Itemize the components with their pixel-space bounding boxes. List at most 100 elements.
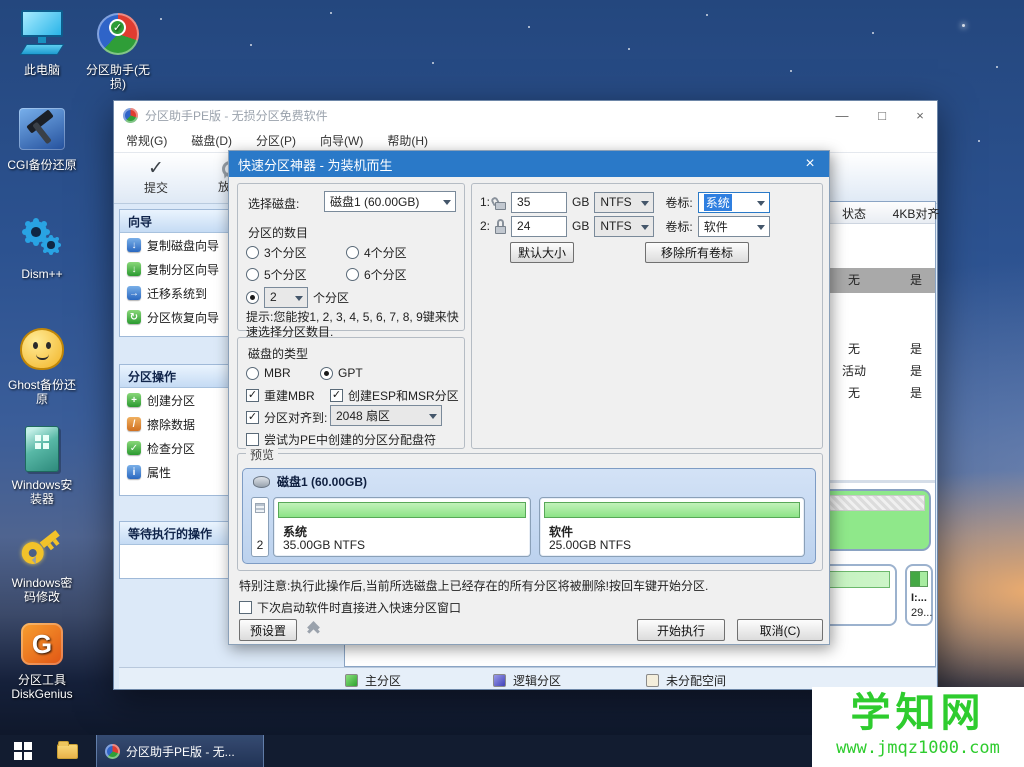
desktop-icon-partition-assistant[interactable]: ✓ 分区助手(无损): [84, 8, 152, 91]
count-combo[interactable]: 2: [264, 287, 308, 308]
align-checkbox[interactable]: 分区对齐到:: [246, 407, 327, 427]
lock-icon[interactable]: [495, 219, 506, 234]
hdd-icon: [253, 476, 270, 488]
preview-partition-system[interactable]: 系统 35.00GB NTFS: [273, 497, 531, 557]
sidebar-item-check-partition[interactable]: ✓ 检查分区: [120, 436, 230, 460]
radio-unchecked[interactable]: [246, 268, 259, 281]
menu-general[interactable]: 常规(G): [114, 132, 179, 149]
sidebar-item-partition-recovery-wizard[interactable]: ↻ 分区恢复向导: [120, 305, 230, 329]
star: [330, 12, 332, 14]
desktop-icon-windows-password[interactable]: Windows密码修改: [6, 521, 78, 604]
size-input[interactable]: 35: [511, 192, 567, 213]
star: [962, 24, 965, 27]
size-input[interactable]: 24: [511, 216, 567, 237]
sidebar-section-title: 分区操作: [120, 365, 230, 388]
start-button[interactable]: [0, 735, 46, 767]
dism-gears-icon: [6, 212, 78, 264]
rebuild-mbr-checkbox[interactable]: 重建MBR: [246, 385, 315, 405]
volume-combo[interactable]: 软件: [698, 216, 770, 237]
menu-wizard[interactable]: 向导(W): [308, 132, 375, 149]
file-explorer-button[interactable]: [46, 735, 88, 767]
column-4kb-align[interactable]: 4KB对齐: [886, 205, 946, 222]
preview-legend: 预览: [246, 446, 278, 463]
taskbar-app-button[interactable]: 分区助手PE版 - 无...: [96, 735, 264, 767]
watermark-url: www.jmqz1000.com: [812, 737, 1024, 759]
start-execute-button[interactable]: 开始执行: [637, 619, 725, 641]
collapse-chevrons-icon[interactable]: [309, 623, 318, 631]
volume-combo[interactable]: 系统: [698, 192, 770, 213]
maximize-button[interactable]: □: [866, 101, 898, 129]
cancel-button[interactable]: 取消(C): [737, 619, 823, 641]
cgi-backup-icon: [2, 103, 82, 155]
radio-unchecked[interactable]: [346, 246, 359, 259]
create-esp-checkbox[interactable]: 创建ESP和MSR分区: [330, 385, 459, 405]
default-size-button[interactable]: 默认大小: [510, 242, 574, 263]
sidebar-item-migrate-system[interactable]: → 迁移系统到: [120, 281, 230, 305]
star: [996, 66, 998, 68]
menu-help[interactable]: 帮助(H): [375, 132, 440, 149]
cell-status: 无: [825, 338, 883, 360]
count-option-custom[interactable]: 2 个分区: [246, 287, 349, 307]
desktop-icon-diskgenius[interactable]: G 分区工具DiskGenius: [2, 618, 82, 701]
mbr-option[interactable]: MBR: [246, 363, 291, 383]
disk-graph-small-partition[interactable]: I:... 29...: [905, 564, 933, 626]
disk-type-caption: 磁盘的类型: [248, 343, 308, 363]
computer-icon: [6, 8, 78, 60]
fs-combo[interactable]: NTFS: [594, 192, 654, 213]
partition-size: 35.00GB NTFS: [283, 538, 365, 552]
submit-button[interactable]: ✓ 提交: [128, 153, 184, 203]
create-partition-icon: +: [127, 393, 141, 407]
unlock-icon[interactable]: [495, 195, 506, 210]
sidebar-item-copy-partition-wizard[interactable]: ↓ 复制分区向导: [120, 257, 230, 281]
dialog-close-button[interactable]: ×: [795, 151, 825, 177]
checkbox-unchecked[interactable]: [246, 433, 259, 446]
properties-icon: i: [127, 465, 141, 479]
menu-partition[interactable]: 分区(P): [244, 132, 308, 149]
radio-unchecked[interactable]: [346, 268, 359, 281]
sidebar-item-copy-disk-wizard[interactable]: ↓ 复制磁盘向导: [120, 233, 230, 257]
desktop-icon-dism[interactable]: Dism++: [6, 212, 78, 281]
align-combo[interactable]: 2048 扇区: [330, 405, 442, 426]
chevron-down-icon: [295, 296, 303, 305]
sidebar-item-wipe-data[interactable]: / 擦除数据: [120, 412, 230, 436]
count-option-4[interactable]: 4个分区: [346, 242, 407, 262]
menu-disk[interactable]: 磁盘(D): [179, 132, 244, 149]
radio-checked[interactable]: [246, 291, 259, 304]
radio-checked[interactable]: [320, 367, 333, 380]
checkbox-unchecked[interactable]: [239, 601, 252, 614]
checkbox-checked[interactable]: [330, 389, 343, 402]
startup-checkbox-row[interactable]: 下次启动软件时直接进入快速分区窗口: [239, 597, 461, 617]
minimize-button[interactable]: —: [826, 101, 858, 129]
count-option-5[interactable]: 5个分区: [246, 264, 307, 284]
checkbox-checked[interactable]: [246, 389, 259, 402]
desktop-icon-windows-installer[interactable]: Windows安装器: [6, 423, 78, 506]
sidebar-item-create-partition[interactable]: + 创建分区: [120, 388, 230, 412]
radio-unchecked[interactable]: [246, 246, 259, 259]
count-option-6[interactable]: 6个分区: [346, 264, 407, 284]
disk-select-combo[interactable]: 磁盘1 (60.00GB): [324, 191, 456, 212]
checkbox-checked[interactable]: [246, 411, 259, 424]
fs-combo[interactable]: NTFS: [594, 216, 654, 237]
count-option-3[interactable]: 3个分区: [246, 242, 307, 262]
preset-button[interactable]: 预设置: [239, 619, 297, 641]
count-value: 2: [270, 290, 277, 304]
desktop-icon-this-pc[interactable]: 此电脑: [6, 8, 78, 77]
remove-all-labels-button[interactable]: 移除所有卷标: [645, 242, 749, 263]
preview-partition-software[interactable]: 软件 25.00GB NTFS: [539, 497, 805, 557]
legend-label: 主分区: [365, 672, 401, 689]
sidebar-item-label: 复制分区向导: [147, 261, 219, 278]
desktop-icon-cgi-backup[interactable]: CGI备份还原: [2, 103, 82, 172]
sidebar-item-label: 分区恢复向导: [147, 309, 219, 326]
close-button[interactable]: ×: [904, 101, 936, 129]
desktop-icon-ghost-backup[interactable]: Ghost备份还原: [6, 323, 78, 406]
radio-unchecked[interactable]: [246, 367, 259, 380]
gpt-option[interactable]: GPT: [320, 363, 363, 383]
star: [432, 62, 434, 64]
column-status[interactable]: 状态: [825, 205, 883, 222]
sidebar-item-properties[interactable]: i 属性: [120, 460, 230, 484]
copy-disk-wizard-icon: ↓: [127, 238, 141, 252]
chevron-down-icon: [757, 201, 765, 210]
count-caption-row: 分区的数目: [248, 222, 308, 242]
partition-usage-bar: [910, 571, 928, 587]
sidebar-pending-ops-panel: 等待执行的操作: [119, 521, 231, 579]
